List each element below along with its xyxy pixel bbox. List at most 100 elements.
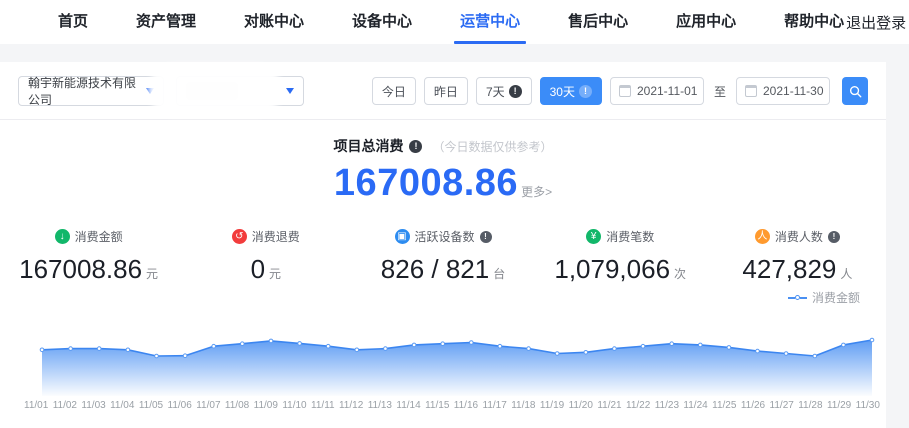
data-point (870, 338, 874, 342)
data-point (326, 344, 330, 348)
date-from-input[interactable]: 2021-11-01 (610, 77, 704, 105)
data-point (784, 352, 788, 356)
title-note: （今日数据仅供参考） (432, 138, 552, 155)
range-button-label: 昨日 (434, 83, 458, 100)
legend-line-marker-icon (788, 295, 807, 300)
search-icon (849, 85, 862, 98)
data-point (241, 342, 245, 346)
data-point (412, 343, 416, 347)
x-tick-label: 11/15 (425, 400, 449, 411)
info-icon: ! (579, 85, 592, 98)
data-point (40, 348, 44, 352)
nav-item-6[interactable]: 售后中心 (566, 0, 630, 44)
consumption-area-chart: 11/01 11/02 11/03 11/04 11/05 11/06 11/07 11/08… (24, 332, 880, 411)
x-tick-label: 11/06 (168, 400, 192, 411)
range-button-label: 7天 (486, 83, 505, 100)
x-tick-label: 11/26 (741, 400, 765, 411)
x-tick-label: 11/10 (282, 400, 306, 411)
x-tick-label: 11/09 (254, 400, 278, 411)
info-icon[interactable]: ! (409, 140, 422, 153)
range-button-30天[interactable]: 30天! (540, 77, 602, 105)
data-point (384, 347, 388, 351)
data-point (527, 347, 531, 351)
x-tick-label: 11/03 (81, 400, 105, 411)
data-point (670, 342, 674, 346)
nav-items: 首页资产管理对账中心设备中心运营中心售后中心应用中心帮助中心 (56, 0, 846, 44)
data-point (498, 344, 502, 348)
data-point (613, 347, 617, 351)
nav-item-7[interactable]: 应用中心 (674, 0, 738, 44)
data-point (155, 354, 159, 358)
search-button[interactable] (842, 77, 868, 105)
stat-label: 消费退费 (252, 228, 300, 245)
nav-item-4[interactable]: 设备中心 (350, 0, 414, 44)
data-point (756, 349, 760, 353)
nav-item-3[interactable]: 对账中心 (242, 0, 306, 44)
stat-unit: 元 (146, 267, 158, 281)
summary-section: 项目总消费 ! （今日数据仅供参考） 167008.86 更多> (0, 136, 886, 202)
range-button-7天[interactable]: 7天! (476, 77, 532, 105)
nav-item-1[interactable]: 首页 (56, 0, 90, 44)
x-tick-label: 11/01 (24, 400, 48, 411)
stat-card: ↓消费金额167008.86元 (0, 226, 177, 285)
data-point (641, 344, 645, 348)
x-tick-label: 11/25 (712, 400, 736, 411)
company-select-value: 翰宇新能源技术有限公司 (28, 74, 146, 108)
nav-item-5[interactable]: 运营中心 (458, 0, 522, 44)
data-point (699, 343, 703, 347)
logout-button[interactable]: 退出登录 (846, 12, 906, 33)
x-tick-label: 11/05 (139, 400, 163, 411)
date-from-value: 2021-11-01 (637, 84, 698, 98)
date-to-input[interactable]: 2021-11-30 (736, 77, 830, 105)
stat-value: 1,079,066次 (532, 254, 709, 285)
stat-value: 826 / 821台 (354, 254, 531, 285)
x-tick-label: 11/02 (53, 400, 77, 411)
info-icon[interactable]: ! (828, 231, 840, 243)
stat-value: 427,829人 (709, 254, 886, 285)
stat-label: 消费笔数 (606, 228, 654, 245)
device-icon: ▣ (395, 229, 410, 244)
info-icon[interactable]: ! (480, 231, 492, 243)
data-point (441, 342, 445, 346)
project-select[interactable] (176, 76, 304, 106)
refund-icon: ↺ (232, 229, 247, 244)
x-tick-label: 11/08 (225, 400, 249, 411)
range-button-昨日[interactable]: 昨日 (424, 77, 468, 105)
x-tick-label: 11/18 (511, 400, 535, 411)
x-axis-labels: 11/01 11/02 11/03 11/04 11/05 11/06 11/07 11/08… (24, 400, 880, 411)
stat-label: 消费人数 (775, 228, 823, 245)
stat-unit: 次 (674, 267, 686, 281)
x-tick-label: 11/17 (483, 400, 507, 411)
content-panel: 翰宇新能源技术有限公司 今日昨日7天!30天! 2021-11-01 至 202… (0, 62, 886, 428)
more-link[interactable]: 更多> (521, 183, 552, 200)
data-point (555, 352, 559, 356)
chart-legend[interactable]: 消费金额 (0, 289, 860, 306)
data-point (69, 347, 73, 351)
chart-canvas[interactable] (24, 332, 880, 396)
data-point (269, 339, 273, 343)
data-point (298, 342, 302, 346)
range-button-今日[interactable]: 今日 (372, 77, 416, 105)
stat-unit: 人 (840, 267, 852, 281)
x-tick-label: 11/30 (856, 400, 880, 411)
data-point (842, 343, 846, 347)
x-tick-label: 11/29 (827, 400, 851, 411)
stat-card: ▣活跃设备数!826 / 821台 (354, 226, 531, 285)
x-tick-label: 11/07 (196, 400, 220, 411)
x-tick-label: 11/04 (110, 400, 134, 411)
nav-item-8[interactable]: 帮助中心 (782, 0, 846, 44)
stat-value: 0元 (177, 254, 354, 285)
x-tick-label: 11/20 (569, 400, 593, 411)
calendar-icon (745, 85, 757, 97)
filter-bar: 翰宇新能源技术有限公司 今日昨日7天!30天! 2021-11-01 至 202… (0, 62, 886, 120)
x-tick-label: 11/23 (655, 400, 679, 411)
total-consumption-value: 167008.86 (334, 164, 518, 202)
quick-range-group: 今日昨日7天!30天! (372, 77, 602, 105)
x-tick-label: 11/13 (368, 400, 392, 411)
data-point (584, 351, 588, 355)
x-tick-label: 11/24 (683, 400, 707, 411)
data-point (355, 348, 359, 352)
company-select[interactable]: 翰宇新能源技术有限公司 (18, 76, 164, 106)
data-point (813, 354, 817, 358)
nav-item-2[interactable]: 资产管理 (134, 0, 198, 44)
